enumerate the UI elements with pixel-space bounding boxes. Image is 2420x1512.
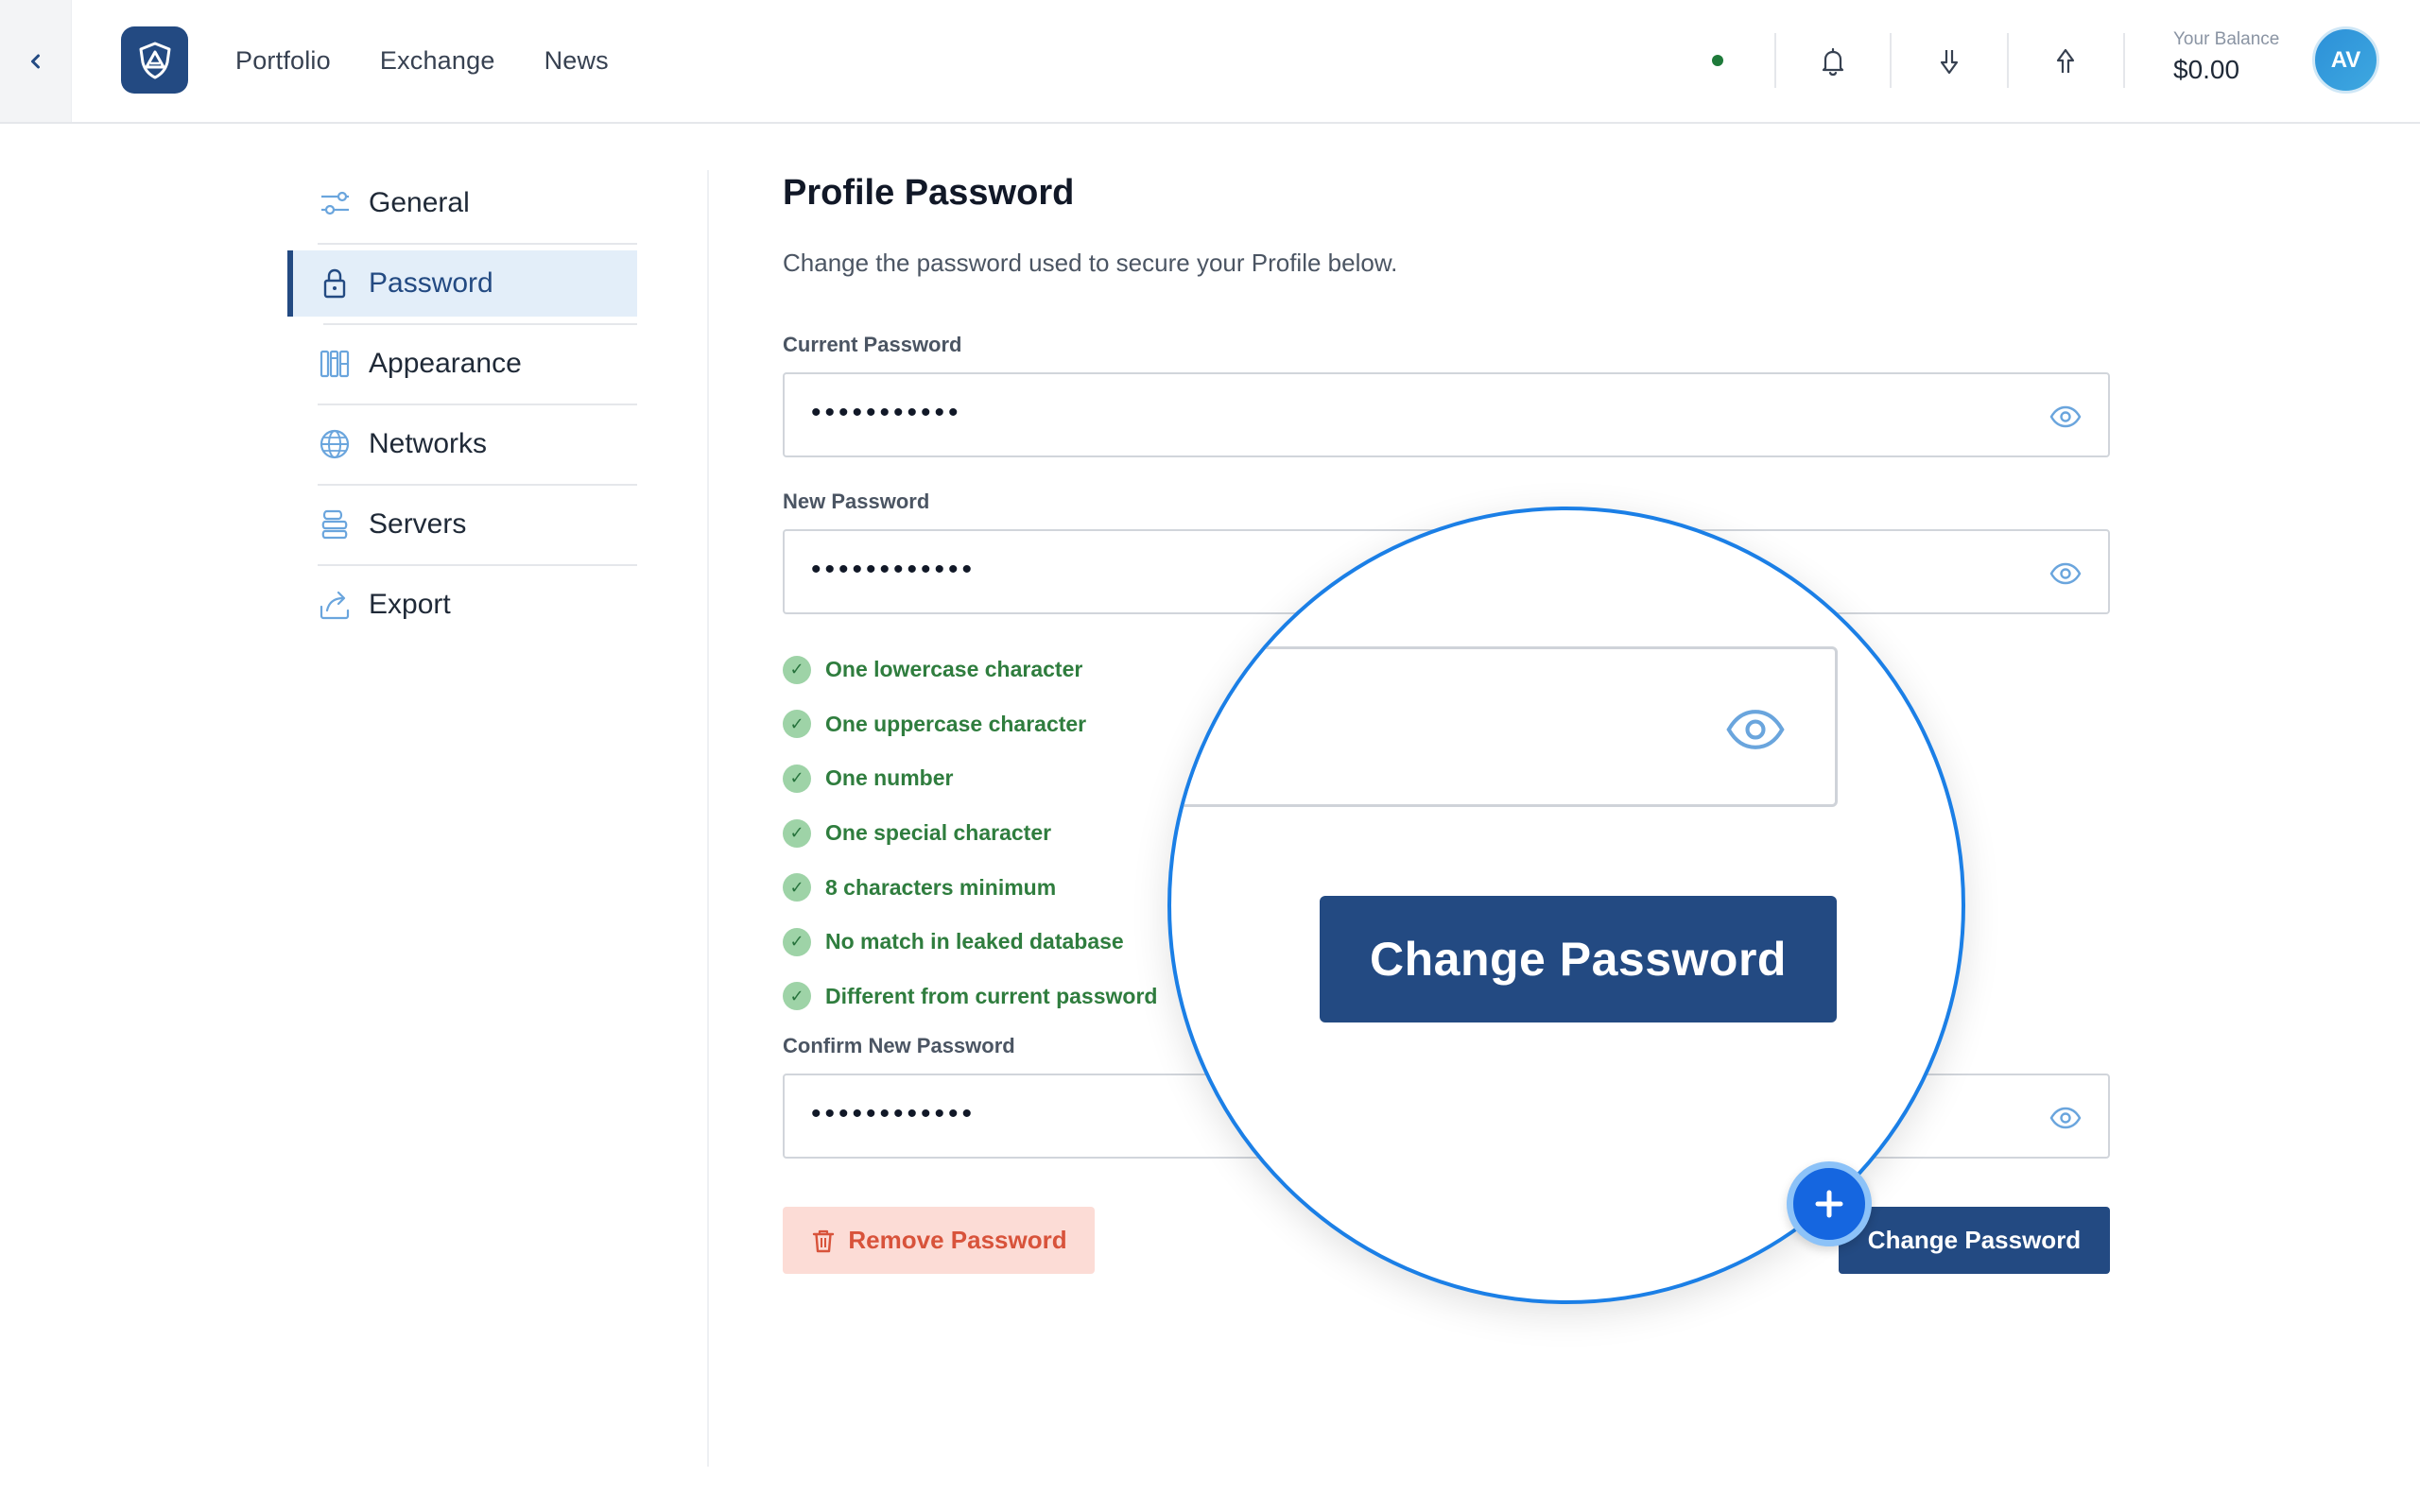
remove-password-label: Remove Password xyxy=(848,1226,1067,1254)
server-icon xyxy=(318,507,352,541)
arrow-down-icon xyxy=(1940,50,1959,75)
settings-sidebar: General Password Appearance Networks Ser… xyxy=(287,170,637,652)
new-password-value: •••••••••••• xyxy=(811,554,977,585)
sidebar-item-label: Export xyxy=(369,589,451,620)
current-password-field[interactable]: ••••••••••• xyxy=(783,372,2110,457)
divider xyxy=(318,243,637,245)
divider xyxy=(318,564,637,566)
requirement-text: Different from current password xyxy=(825,983,1158,1008)
sidebar-item-label: Password xyxy=(369,267,493,299)
content-divider xyxy=(707,170,709,1467)
requirement-item: ✓ One uppercase character xyxy=(783,697,1157,752)
new-password-label: New Password xyxy=(783,490,930,513)
remove-password-button[interactable]: Remove Password xyxy=(783,1207,1095,1274)
confirm-password-label: Confirm New Password xyxy=(783,1034,1015,1057)
shield-logo-icon xyxy=(139,42,170,78)
divider xyxy=(318,404,637,405)
lock-icon xyxy=(318,266,352,301)
nav-news[interactable]: News xyxy=(544,46,609,76)
check-icon: ✓ xyxy=(783,710,811,739)
back-button[interactable] xyxy=(0,0,72,122)
nav-exchange[interactable]: Exchange xyxy=(380,46,495,76)
eye-icon[interactable] xyxy=(2049,558,2082,590)
eye-icon[interactable] xyxy=(2049,1102,2082,1134)
toolbar-divider xyxy=(2007,33,2009,88)
sidebar-item-appearance[interactable]: Appearance xyxy=(287,331,637,405)
nav-portfolio[interactable]: Portfolio xyxy=(235,46,331,76)
app-logo[interactable] xyxy=(121,26,188,94)
export-icon xyxy=(318,588,352,622)
avatar-initials: AV xyxy=(2330,46,2361,73)
eye-icon xyxy=(1726,710,1785,749)
check-icon: ✓ xyxy=(783,655,811,684)
requirement-item: ✓ One number xyxy=(783,751,1157,806)
notifications-button[interactable] xyxy=(1809,38,1857,85)
requirement-item: ✓ One special character xyxy=(783,806,1157,861)
toolbar-divider xyxy=(2123,33,2125,88)
trash-icon xyxy=(813,1229,835,1252)
sliders-icon xyxy=(318,186,352,220)
change-password-button[interactable]: Change Password xyxy=(1839,1207,2110,1274)
requirement-item: ✓ One lowercase character xyxy=(783,643,1157,697)
current-password-label: Current Password xyxy=(783,333,962,356)
bell-icon xyxy=(1822,47,1844,77)
requirement-item: ✓ Different from current password xyxy=(783,970,1157,1024)
change-password-label: Change Password xyxy=(1867,1226,2082,1254)
requirement-text: One lowercase character xyxy=(825,657,1083,682)
arrow-up-icon xyxy=(2056,48,2075,73)
globe-icon xyxy=(318,427,352,461)
page-title: Profile Password xyxy=(783,173,1075,213)
toolbar-divider xyxy=(1774,33,1776,88)
divider xyxy=(318,484,637,486)
check-icon: ✓ xyxy=(783,818,811,848)
connection-status-dot xyxy=(1712,55,1723,66)
requirement-text: No match in leaked database xyxy=(825,929,1124,954)
plus-icon xyxy=(1815,1190,1843,1218)
requirement-text: One uppercase character xyxy=(825,711,1087,736)
sidebar-item-label: General xyxy=(369,187,470,218)
top-bar: Portfolio Exchange News Your Balance $0.… xyxy=(0,0,2420,124)
app-root: Portfolio Exchange News Your Balance $0.… xyxy=(0,0,2420,1512)
check-icon: ✓ xyxy=(783,982,811,1011)
sidebar-item-export[interactable]: Export xyxy=(287,572,637,638)
password-requirements: ✓ One lowercase character ✓ One uppercas… xyxy=(783,643,1157,1023)
zoomed-button-label: Change Password xyxy=(1370,933,1787,986)
requirement-text: One special character xyxy=(825,820,1052,846)
divider xyxy=(323,323,637,325)
main-nav: Portfolio Exchange News xyxy=(235,0,609,122)
sidebar-item-password[interactable]: Password xyxy=(287,250,637,325)
requirement-text: 8 characters minimum xyxy=(825,874,1057,900)
sidebar-item-label: Appearance xyxy=(369,348,522,379)
zoom-in-button[interactable] xyxy=(1787,1161,1872,1246)
sidebar-item-networks[interactable]: Networks xyxy=(287,411,637,486)
zoomed-change-password-button: Change Password xyxy=(1320,896,1837,1022)
sidebar-item-label: Servers xyxy=(369,508,467,540)
requirement-item: ✓ 8 characters minimum xyxy=(783,860,1157,915)
current-password-value: ••••••••••• xyxy=(811,397,962,428)
eye-icon[interactable] xyxy=(2049,401,2082,433)
sidebar-item-general[interactable]: General xyxy=(287,170,637,245)
receive-button[interactable] xyxy=(1926,38,1973,85)
requirement-item: ✓ No match in leaked database xyxy=(783,915,1157,970)
sidebar-item-label: Networks xyxy=(369,428,488,459)
check-icon: ✓ xyxy=(783,927,811,956)
page-description: Change the password used to secure your … xyxy=(783,249,1398,277)
appearance-icon xyxy=(318,347,352,381)
toolbar-divider xyxy=(1890,33,1892,88)
balance-value: $0.00 xyxy=(2173,55,2240,84)
user-avatar[interactable]: AV xyxy=(2312,26,2379,94)
requirement-text: One number xyxy=(825,765,954,791)
balance-label: Your Balance xyxy=(2173,29,2280,49)
confirm-password-value: •••••••••••• xyxy=(811,1098,977,1129)
sidebar-item-servers[interactable]: Servers xyxy=(287,491,637,566)
check-icon: ✓ xyxy=(783,873,811,902)
chevron-left-icon xyxy=(30,54,40,68)
check-icon: ✓ xyxy=(783,764,811,793)
send-button[interactable] xyxy=(2042,38,2089,85)
